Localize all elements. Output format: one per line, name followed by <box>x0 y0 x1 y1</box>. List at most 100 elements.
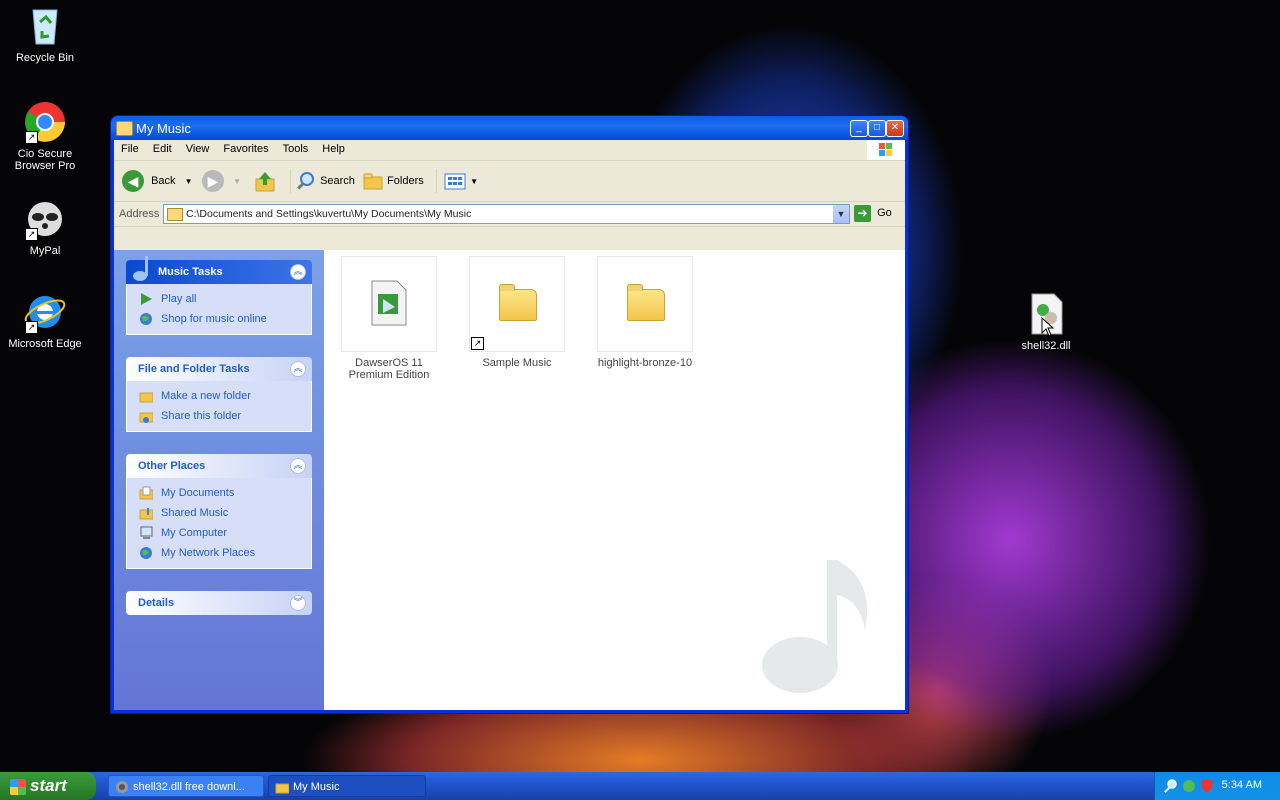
play-all-link[interactable]: Play all <box>139 290 311 310</box>
views-button[interactable]: ▼ <box>436 169 478 193</box>
file-name: Sample Music <box>482 357 552 369</box>
menu-view[interactable]: View <box>179 140 217 158</box>
other-places-panel: Other Places ︽ My Documents Shared Music… <box>126 454 312 569</box>
file-tile <box>341 256 437 352</box>
folder-icon <box>116 121 133 136</box>
security-shield-icon[interactable] <box>1199 778 1215 794</box>
my-documents-icon <box>139 486 153 500</box>
share-folder-label: Share this folder <box>161 410 242 422</box>
desktop-icon-edge[interactable]: ↗ Microsoft Edge <box>0 290 90 350</box>
go-label: Go <box>877 207 892 220</box>
desktop-icon-recycle-bin[interactable]: Recycle Bin <box>0 4 90 64</box>
desktop-icon-mypal[interactable]: ↗ MyPal <box>0 197 90 257</box>
up-folder-icon <box>255 172 275 192</box>
file-item[interactable]: highlight-bronze-10 <box>590 256 700 369</box>
menu-file[interactable]: File <box>114 140 146 158</box>
taskbar-item-label: shell32.dll free downl... <box>133 781 245 793</box>
title-bar[interactable]: My Music _ □ ✕ <box>111 116 908 140</box>
search-icon[interactable] <box>1163 778 1179 794</box>
music-tasks-header[interactable]: Music Tasks ︽ <box>126 256 312 284</box>
search-label: Search <box>320 175 355 187</box>
my-network-places-link[interactable]: My Network Places <box>139 544 311 564</box>
shop-music-label: Shop for music online <box>161 313 267 325</box>
menu-bar: File Edit View Favorites Tools Help <box>114 140 905 161</box>
explorer-window[interactable]: My Music _ □ ✕ File Edit View Favorites Tool… <box>111 116 908 713</box>
expand-chevron-icon[interactable]: ︾ <box>290 595 306 611</box>
new-folder-icon <box>139 392 153 403</box>
file-tile <box>597 256 693 352</box>
my-documents-label: My Documents <box>161 487 235 499</box>
folder-icon <box>275 783 289 794</box>
play-icon <box>141 293 152 305</box>
chevron-down-icon: ▼ <box>470 177 478 186</box>
window-title: My Music <box>136 121 191 136</box>
windows-flag-icon <box>10 778 26 795</box>
music-tasks-panel: Music Tasks ︽ Play all Shop for music on… <box>126 256 312 335</box>
my-computer-link[interactable]: My Computer <box>139 524 311 544</box>
network-status-icon[interactable] <box>1181 778 1197 794</box>
menu-edit[interactable]: Edit <box>146 140 179 158</box>
minimize-button[interactable]: _ <box>850 120 868 137</box>
shortcut-arrow-icon: ↗ <box>25 228 38 241</box>
shared-music-link[interactable]: Shared Music <box>139 504 311 524</box>
shop-music-link[interactable]: Shop for music online <box>139 310 311 330</box>
file-item[interactable]: DawserOS 11 Premium Edition <box>334 256 444 381</box>
go-button[interactable]: ➔ Go <box>854 205 892 222</box>
media-file-icon <box>371 280 407 326</box>
toolbar: ◀ Back ▼ ▶ ▼ Search Folders ▼ <box>114 161 905 202</box>
other-places-header[interactable]: Other Places ︽ <box>126 454 312 478</box>
address-input[interactable]: C:\Documents and Settings\kuvertu\My Doc… <box>163 204 850 224</box>
folder-icon <box>167 208 183 221</box>
forward-arrow-icon: ▶ <box>202 170 224 193</box>
file-name: highlight-bronze-10 <box>597 357 693 369</box>
share-folder-link[interactable]: Share this folder <box>139 407 311 427</box>
make-new-folder-link[interactable]: Make a new folder <box>139 387 311 407</box>
desktop-icon-label: Microsoft Edge <box>8 338 82 350</box>
desktop-icon-label: Recycle Bin <box>15 52 75 64</box>
panel-title: Details <box>138 597 175 609</box>
taskbar-item-my-music[interactable]: My Music <box>268 775 426 797</box>
details-panel: Details ︾ <box>126 591 312 615</box>
forward-button[interactable]: ▶ ▼ <box>202 169 241 193</box>
desktop-icon-label: Cio Secure Browser Pro <box>14 148 76 172</box>
menu-tools[interactable]: Tools <box>276 140 316 158</box>
menu-help[interactable]: Help <box>315 140 352 158</box>
folders-button[interactable]: Folders <box>362 169 424 193</box>
folder-icon <box>499 284 537 321</box>
collapse-chevron-icon[interactable]: ︽ <box>290 361 306 377</box>
file-list-view[interactable]: DawserOS 11 Premium Edition ↗ Sample Mus… <box>324 250 905 710</box>
taskbar-item-shell32[interactable]: shell32.dll free downl... <box>108 775 264 797</box>
task-pane: Music Tasks ︽ Play all Shop for music on… <box>114 250 324 710</box>
window-body: File Edit View Favorites Tools Help ◀ Back ▼ … <box>114 140 905 710</box>
my-documents-link[interactable]: My Documents <box>139 484 311 504</box>
shortcut-arrow-icon: ↗ <box>25 321 38 334</box>
menu-favorites[interactable]: Favorites <box>216 140 275 158</box>
desktop-icon-cio-browser[interactable]: ↗ Cio Secure Browser Pro <box>0 100 90 172</box>
close-button[interactable]: ✕ <box>886 120 904 137</box>
address-path: C:\Documents and Settings\kuvertu\My Doc… <box>186 208 472 220</box>
up-folder-button[interactable] <box>254 169 276 193</box>
clock[interactable]: 5:34 AM <box>1222 779 1262 791</box>
globe-icon <box>140 313 152 325</box>
views-grid-icon <box>444 173 466 190</box>
maximize-button[interactable]: □ <box>868 120 886 137</box>
music-note-watermark-icon <box>762 560 868 693</box>
file-tile: ↗ <box>469 256 565 352</box>
recycle-bin-icon <box>23 4 67 48</box>
start-button[interactable]: start <box>0 772 96 800</box>
share-folder-icon <box>139 412 153 423</box>
network-globe-icon <box>140 547 152 559</box>
search-button[interactable]: Search <box>290 169 355 193</box>
collapse-chevron-icon[interactable]: ︽ <box>290 264 306 280</box>
back-button[interactable]: ◀ Back ▼ <box>122 169 193 193</box>
collapse-chevron-icon[interactable]: ︽ <box>290 458 306 474</box>
shortcut-arrow-icon: ↗ <box>25 131 38 144</box>
back-label: Back <box>151 175 176 187</box>
my-computer-label: My Computer <box>161 527 228 539</box>
details-header[interactable]: Details ︾ <box>126 591 312 615</box>
make-new-folder-label: Make a new folder <box>161 390 251 402</box>
address-dropdown-button[interactable]: ▼ <box>833 205 849 223</box>
file-item[interactable]: ↗ Sample Music <box>462 256 572 369</box>
file-folder-tasks-header[interactable]: File and Folder Tasks ︽ <box>126 357 312 381</box>
taskbar: start shell32.dll free downl... My Music… <box>0 772 1280 800</box>
